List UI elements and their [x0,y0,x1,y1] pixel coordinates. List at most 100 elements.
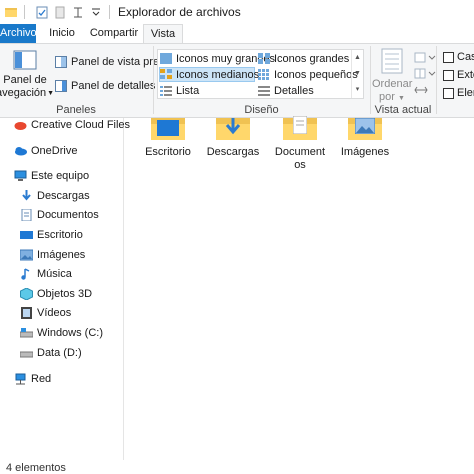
tab-archivo[interactable]: Archivo [0,24,37,43]
layout-gallery: Iconos muy grandes Iconos grandes Iconos… [157,49,364,99]
layout-details[interactable]: Detalles [258,83,314,98]
ribbon: Panel de navegación ▼ Panel de vista pre… [0,43,474,118]
drive-icon [19,347,34,359]
checkbox-extensions[interactable] [443,70,454,81]
details-pane-icon [55,80,67,92]
group-label-paneles: Paneles [56,104,96,116]
properties-icon[interactable] [35,5,49,19]
navigation-pane-label-1: Panel de [3,74,47,86]
details-icon [258,85,270,96]
ribbon-separator [436,46,437,114]
nav-item-label: Data (D:) [37,347,82,359]
layout-medium-icons[interactable]: Iconos medianos [159,67,259,82]
group-label-vista-actual: Vista actual [374,104,432,116]
documents-folder-icon [283,116,317,140]
folder-documentos[interactable]: Document os [270,116,330,172]
nav-item-descargas[interactable]: Descargas [20,187,90,205]
nav-item-data-d[interactable]: Data (D:) [19,344,82,362]
dropdown-arrow-icon: ▼ [47,90,55,97]
nav-item-label: Red [31,373,52,385]
tab-inicio[interactable]: Inicio [44,24,80,43]
size-columns-icon[interactable] [414,84,428,96]
checkbox-item-checkboxes[interactable] [443,52,454,63]
nav-item-imagenes[interactable]: Imágenes [19,246,86,264]
sort-label-1: Ordenar [372,78,413,90]
file-label: Document [274,146,326,158]
nav-item-creative-cloud[interactable]: Creative Cloud Files [14,116,130,134]
checkbox-label: Elem [457,87,474,99]
layout-label: Iconos medianos [176,68,260,81]
navigation-pane-label-2: navegación [0,87,47,99]
nav-item-red[interactable]: Red [14,370,51,388]
checkbox-hidden-items[interactable] [443,88,454,99]
checkbox-label: Exte [457,69,474,81]
layout-large-icons[interactable]: Iconos grandes [258,51,349,66]
layout-small-icons[interactable]: Iconos pequeños [258,67,358,82]
gallery-scroll[interactable]: ▲ ▼ ▾ [351,50,363,98]
ribbon-tabs: Archivo Inicio Compartir Vista [0,24,474,44]
pictures-icon [19,249,34,261]
quick-access-separator [24,5,25,19]
layout-label: Iconos pequeños [274,68,358,81]
nav-item-musica[interactable]: Música [20,265,72,283]
nav-item-objetos-3d[interactable]: Objetos 3D [20,285,92,303]
nav-item-videos[interactable]: Vídeos [20,304,71,322]
network-icon [14,373,27,385]
file-label: os [294,159,306,171]
nav-item-documentos[interactable]: Documentos [20,206,99,224]
navigation-pane-button[interactable]: Panel de navegación ▼ [0,50,54,100]
documents-icon [20,208,33,222]
layout-label: Iconos grandes [274,52,350,65]
downloads-icon [20,190,33,202]
details-pane-label: Panel de detalles [71,80,156,92]
pictures-folder-icon [348,118,382,140]
nav-item-label: Escritorio [37,229,83,241]
nav-item-escritorio[interactable]: Escritorio [20,226,83,244]
layout-label: Detalles [274,84,314,97]
tab-compartir[interactable]: Compartir [86,24,142,43]
nav-item-label: Objetos 3D [37,288,93,300]
folder-imagenes[interactable]: Imágenes [335,118,395,159]
extra-large-icons-icon [160,53,172,64]
folder-descargas[interactable]: Descargas [203,118,263,159]
navigation-pane: Creative Cloud Files OneDrive Este equip… [0,118,130,460]
nav-item-windows-c[interactable]: Windows (C:) [19,324,104,342]
nav-item-label: Descargas [37,190,90,202]
file-label: Imágenes [340,146,390,158]
list-icon [160,85,172,96]
add-columns-icon[interactable] [414,68,436,80]
nav-item-label: Este equipo [31,170,90,182]
rename-icon[interactable] [71,5,85,19]
nav-item-este-equipo[interactable]: Este equipo [14,167,89,185]
checkbox-label: Casi [457,51,474,63]
group-by-icon[interactable] [414,52,436,64]
details-pane-button[interactable]: Panel de detalles [55,78,155,94]
creative-cloud-icon [14,119,27,131]
group-label-diseno: Diseño [244,104,279,116]
objects3d-icon [20,287,33,301]
layout-list[interactable]: Lista [160,83,199,98]
new-folder-icon[interactable] [53,5,67,19]
nav-item-onedrive[interactable]: OneDrive [14,142,77,160]
preview-pane-icon [55,56,67,68]
nav-item-label: Imágenes [37,249,86,261]
preview-pane-button[interactable]: Panel de vista previa [55,54,173,70]
sort-label-2: por [379,91,395,103]
tab-vista[interactable]: Vista [143,24,183,44]
file-label: Descargas [206,146,260,158]
sort-by-button[interactable]: Ordenar por ▼ [372,48,412,105]
nav-item-label: Windows (C:) [37,327,104,339]
nav-item-label: Creative Cloud Files [31,119,131,131]
folder-icon [4,5,18,19]
onedrive-icon [14,145,27,157]
folder-escritorio[interactable]: Escritorio [138,118,198,159]
large-icons-icon [258,53,270,64]
downloads-folder-icon [216,118,250,140]
chevron-down-icon[interactable] [89,5,103,19]
title-separator [109,5,110,19]
small-icons-icon [258,69,270,80]
title-bar: Explorador de archivos [0,0,474,24]
medium-icons-icon [160,69,172,80]
desktop-icon [20,229,33,241]
file-label: Escritorio [145,146,191,158]
